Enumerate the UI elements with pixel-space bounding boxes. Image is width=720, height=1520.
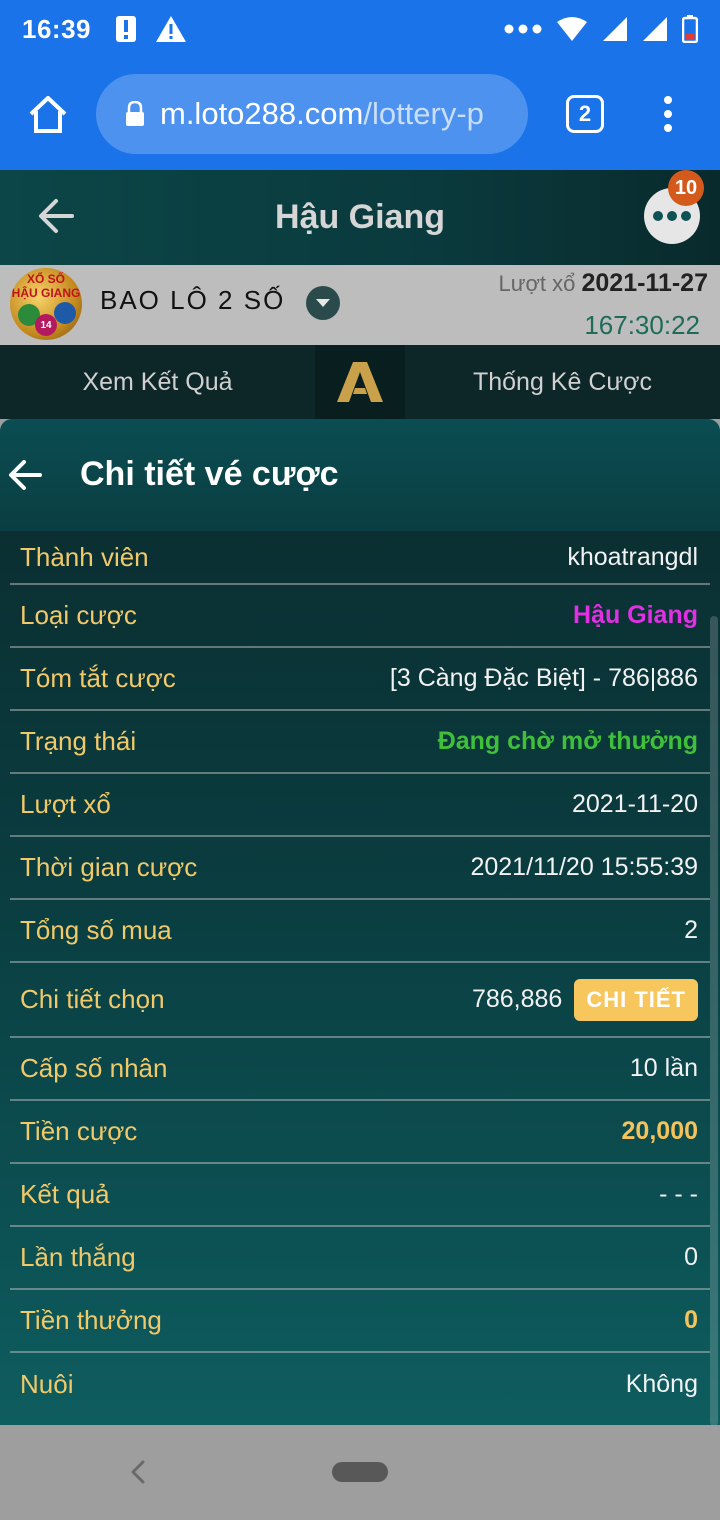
bet-amount-value: 20,000: [621, 1117, 698, 1145]
row-value: Hậu Giang: [572, 601, 698, 629]
home-gesture-pill[interactable]: [332, 1462, 388, 1482]
row-value: 2: [684, 916, 698, 944]
prize-amount-value: 0: [684, 1306, 698, 1334]
page-title: Hậu Giang: [274, 198, 446, 236]
row-value: khoatrangdl: [567, 542, 698, 571]
row-label: Chi tiết chọn: [20, 984, 165, 1014]
notification-alert-icon: [116, 16, 136, 42]
detail-row: Tổng số mua 2: [10, 900, 710, 963]
draw-label: Lượt xổ: [498, 271, 576, 296]
more-dots-icon: [504, 24, 542, 34]
bet-detail-panel: Thành viên khoatrangdl Loại cược Hậu Gia…: [0, 531, 720, 1425]
row-label: Cấp số nhân: [20, 1053, 168, 1083]
brand-a-icon: [337, 362, 383, 402]
detail-row: Lần thắng 0: [10, 1227, 710, 1290]
row-label: Nuôi: [20, 1369, 74, 1399]
chat-badge: 10: [668, 170, 704, 206]
row-value: Không: [625, 1370, 698, 1398]
draw-date: 2021-11-27: [581, 269, 708, 297]
game-name[interactable]: BAO LÔ 2 SỐ: [100, 285, 285, 316]
detail-row: Thời gian cược 2021/11/20 15:55:39: [10, 837, 710, 900]
row-value: 0: [684, 1243, 698, 1271]
chevron-down-icon: [316, 299, 330, 307]
detail-row: Tóm tắt cược [3 Càng Đặc Biệt] - 786|886: [10, 648, 710, 711]
url-host: m.loto288.com: [160, 96, 364, 131]
home-icon: [29, 96, 67, 133]
back-arrow-icon[interactable]: [8, 459, 42, 491]
nav-back-icon[interactable]: [128, 1458, 148, 1486]
status-time: 16:39: [22, 13, 91, 44]
row-label: Tổng số mua: [20, 915, 172, 945]
cell-signal-icon: [603, 17, 627, 41]
row-value: - - -: [659, 1180, 698, 1208]
browser-menu-button[interactable]: [664, 96, 672, 132]
row-label: Thành viên: [20, 541, 149, 572]
logo-ball: [54, 302, 76, 324]
wifi-icon: [557, 17, 587, 41]
row-label: Thời gian cược: [20, 852, 198, 882]
tab-bar: Xem Kết Quả A Thống Kê Cược: [0, 345, 720, 419]
address-bar[interactable]: m.loto288.com/lottery-p: [96, 74, 528, 154]
row-value: 2021-11-20: [571, 790, 698, 818]
row-label: Tiền thưởng: [20, 1305, 162, 1335]
browser-toolbar: m.loto288.com/lottery-p 2: [0, 58, 720, 170]
url-path: /lottery-p: [363, 96, 484, 131]
brand-logo[interactable]: A: [315, 345, 405, 419]
tab-view-results[interactable]: Xem Kết Quả: [0, 345, 315, 419]
home-button[interactable]: [22, 88, 74, 140]
detail-row: Lượt xổ 2021-11-20: [10, 774, 710, 837]
logo-ball-number: 14: [35, 314, 57, 336]
dialog-title: Chi tiết vé cược: [80, 455, 339, 493]
detail-row: Cấp số nhân 10 lần: [10, 1038, 710, 1101]
row-value: 2021/11/20 15:55:39: [470, 853, 698, 881]
hau-giang-logo: XỔ SỐ HẬU GIANG 14: [10, 268, 82, 340]
row-label: Lần thắng: [20, 1242, 136, 1272]
status-value: Đang chờ mở thưởng: [437, 727, 698, 755]
detail-row: Kết quả - - -: [10, 1164, 710, 1227]
app-header: Hậu Giang: [0, 170, 720, 265]
countdown-timer: 167:30:22: [584, 310, 700, 340]
detail-row: Tiền cược 20,000: [10, 1101, 710, 1164]
back-arrow-icon[interactable]: [36, 196, 76, 236]
detail-row: Loại cược Hậu Giang: [10, 585, 710, 648]
battery-low-icon: [682, 15, 698, 43]
row-value: 10 lần: [629, 1054, 698, 1082]
detail-row: Thành viên khoatrangdl: [10, 531, 710, 585]
detail-row: Nuôi Không: [10, 1353, 710, 1416]
warning-icon: [156, 16, 186, 42]
logo-text-top: XỔ SỐ: [26, 272, 65, 286]
scrollbar[interactable]: [710, 616, 718, 1426]
status-bar: 16:39: [0, 0, 720, 58]
tab-switcher-button[interactable]: 2: [566, 95, 604, 133]
row-label: Lượt xổ: [20, 789, 111, 819]
row-label: Kết quả: [20, 1179, 110, 1209]
row-label: Trạng thái: [20, 726, 137, 756]
row-label: Tiền cược: [20, 1116, 138, 1146]
row-value: 786,886: [471, 985, 563, 1013]
detail-row: Chi tiết chọn 786,886 CHI TIẾT: [10, 963, 710, 1038]
row-value: [3 Càng Đặc Biệt] - 786|886: [389, 664, 698, 692]
logo-text-bottom: HẬU GIANG: [11, 286, 81, 300]
lock-icon: [126, 101, 144, 126]
dialog-header: Chi tiết vé cược: [0, 419, 720, 531]
row-label: Tóm tắt cược: [20, 663, 176, 693]
detail-row: Trạng thái Đang chờ mở thưởng: [10, 711, 710, 774]
cell-signal-2-icon: [643, 17, 667, 41]
row-label: Loại cược: [20, 600, 137, 630]
tab-bet-stats[interactable]: Thống Kê Cược: [405, 345, 720, 419]
view-detail-button[interactable]: CHI TIẾT: [574, 978, 698, 1021]
game-dropdown-button[interactable]: [306, 286, 340, 320]
detail-row: Tiền thưởng 0: [10, 1290, 710, 1353]
draw-info: Lượt xổ 2021-11-27: [499, 269, 709, 298]
